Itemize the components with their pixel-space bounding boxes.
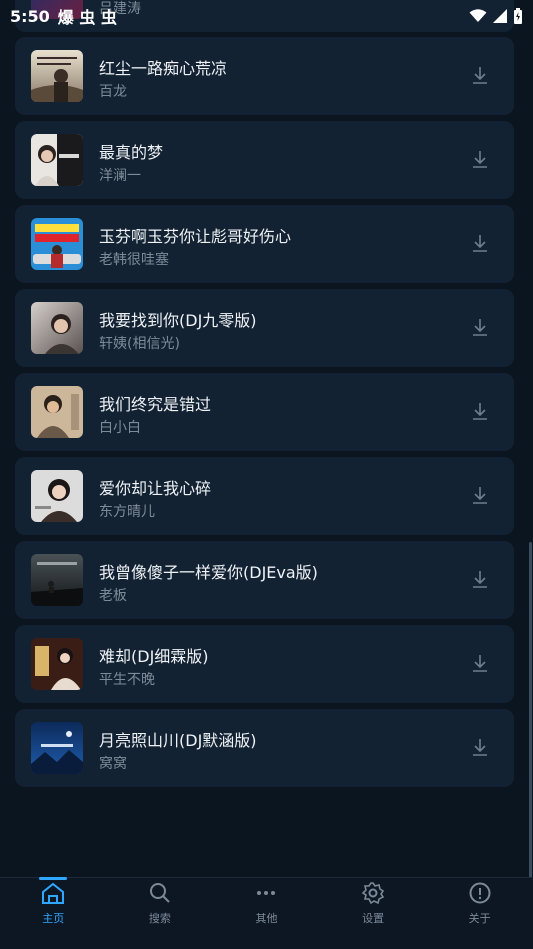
status-time: 5:50	[10, 6, 50, 26]
song-artist: 白小白	[99, 420, 141, 436]
download-icon[interactable]	[471, 653, 489, 673]
download-icon[interactable]	[471, 65, 489, 85]
download-icon[interactable]	[471, 737, 489, 757]
notification-icons: 爆 虫 虫	[57, 8, 117, 27]
album-cover	[31, 50, 83, 102]
song-artist: 老板	[99, 588, 127, 604]
status-right	[469, 8, 523, 24]
search-icon	[147, 880, 173, 906]
album-cover	[31, 722, 83, 774]
album-cover	[31, 218, 83, 270]
album-cover	[31, 134, 83, 186]
song-artist: 窝窝	[99, 756, 127, 772]
nav-other[interactable]: 其他	[213, 878, 320, 949]
song-card[interactable]: 我们终究是错过 白小白	[15, 373, 514, 451]
home-icon	[40, 880, 66, 906]
wifi-icon	[469, 9, 487, 22]
song-artist: 平生不晚	[99, 672, 155, 688]
nav-home[interactable]: 主页	[0, 877, 107, 949]
song-title: 月亮照山川(DJ默涵版)	[99, 731, 257, 750]
song-card[interactable]: 我要找到你(DJ九零版) 轩姨(相信光)	[15, 289, 514, 367]
song-title: 难却(DJ细霖版)	[99, 647, 209, 666]
song-card[interactable]: 难却(DJ细霖版) 平生不晚	[15, 625, 514, 703]
song-card[interactable]: 爱你却让我心碎 东方晴儿	[15, 457, 514, 535]
album-cover	[31, 470, 83, 522]
signal-icon	[493, 9, 507, 23]
song-artist: 老韩很哇塞	[99, 252, 169, 268]
download-icon[interactable]	[471, 149, 489, 169]
song-artist: 洋澜一	[99, 168, 141, 184]
song-title: 最真的梦	[99, 143, 164, 162]
nav-about[interactable]: 关于	[426, 878, 533, 949]
nav-label: 设置	[362, 912, 385, 925]
song-title: 我要找到你(DJ九零版)	[99, 311, 257, 330]
nav-settings[interactable]: 设置	[320, 878, 427, 949]
gear-icon	[360, 880, 386, 906]
song-title: 我们终究是错过	[99, 395, 212, 414]
nav-label: 搜索	[148, 912, 171, 925]
album-cover	[31, 386, 83, 438]
bottom-nav: 主页 搜索 其他 设置 关于	[0, 877, 533, 949]
nav-label: 其他	[255, 912, 278, 925]
song-artist: 轩姨(相信光)	[99, 336, 180, 352]
download-icon[interactable]	[471, 401, 489, 421]
song-title: 红尘一路痴心荒凉	[99, 59, 228, 78]
more-icon	[253, 880, 279, 906]
song-card[interactable]: 最真的梦 洋澜一	[15, 121, 514, 199]
download-icon[interactable]	[471, 317, 489, 337]
song-title: 玉芬啊玉芬你让彪哥好伤心	[99, 227, 292, 246]
song-artist: 百龙	[99, 84, 127, 100]
download-icon[interactable]	[471, 569, 489, 589]
status-bar: 5:50 爆 虫 虫	[0, 0, 533, 32]
scrollbar[interactable]	[529, 542, 532, 878]
download-icon[interactable]	[471, 485, 489, 505]
album-cover	[31, 638, 83, 690]
song-card[interactable]: 月亮照山川(DJ默涵版) 窝窝	[15, 709, 514, 787]
album-cover	[31, 302, 83, 354]
nav-label: 关于	[468, 912, 491, 925]
song-card[interactable]: 我曾像傻子一样爱你(DJEva版) 老板	[15, 541, 514, 619]
nav-label: 主页	[42, 912, 65, 925]
song-card[interactable]: 红尘一路痴心荒凉 百龙	[15, 37, 514, 115]
status-left: 5:50 爆 虫 虫	[10, 4, 117, 28]
info-icon	[467, 880, 493, 906]
nav-search[interactable]: 搜索	[107, 878, 214, 949]
song-card[interactable]: 玉芬啊玉芬你让彪哥好伤心 老韩很哇塞	[15, 205, 514, 283]
active-indicator	[39, 877, 68, 880]
battery-icon	[514, 8, 522, 24]
album-cover	[31, 554, 83, 606]
song-title: 爱你却让我心碎	[99, 479, 212, 498]
song-title: 我曾像傻子一样爱你(DJEva版)	[99, 563, 318, 582]
download-icon[interactable]	[471, 233, 489, 253]
song-artist: 东方晴儿	[99, 504, 155, 520]
